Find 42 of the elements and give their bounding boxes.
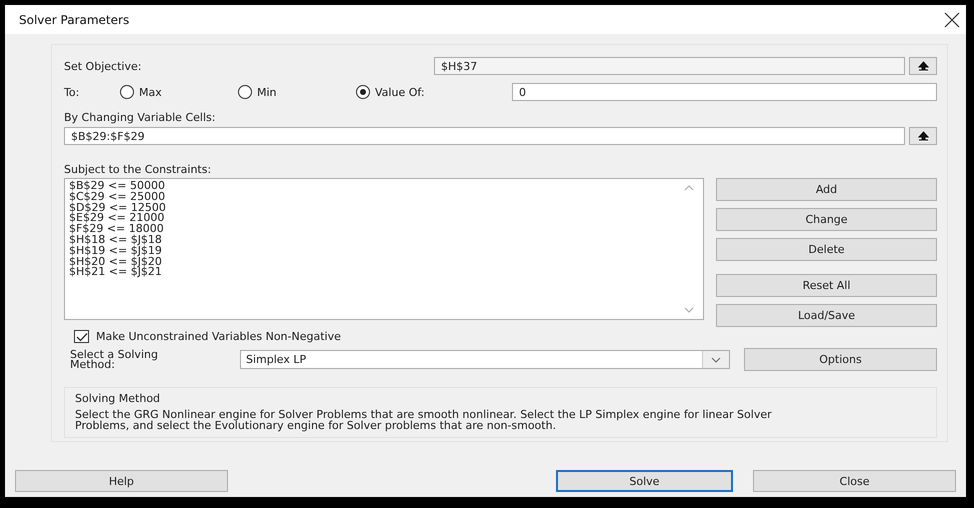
close-icon[interactable] xyxy=(944,12,960,28)
constraints-list[interactable]: $B$29 <= 50000 $C$29 <= 25000 $D$29 <= 12500 $E$29 <= 21000 $F$29 <= 18000 $H$18 <= $J$18 $H$19 <= $J$19 $H$20 <= $J$20 $H$21 <= $J$21 xyxy=(64,178,704,320)
constraint-item[interactable]: $F$29 <= 18000 xyxy=(69,224,671,235)
field-label: Subject to the Constraints: xyxy=(64,163,212,176)
options-button[interactable]: Options xyxy=(744,348,937,371)
upload-arrow-icon xyxy=(918,61,928,71)
field-label: By Changing Variable Cells: xyxy=(64,111,216,124)
constraint-button[interactable]: Change xyxy=(716,208,937,231)
constraint-button[interactable]: Load/Save xyxy=(716,304,937,327)
dialog-button[interactable]: Help xyxy=(15,470,228,492)
window-title: Solver Parameters xyxy=(19,12,130,26)
checkmark-icon xyxy=(76,332,88,342)
chevron-down-icon xyxy=(711,356,721,362)
field-label: To: xyxy=(64,86,80,98)
collapse-button[interactable] xyxy=(909,57,937,75)
constraint-item[interactable]: $H$20 <= $J$20 xyxy=(69,256,671,268)
constraint-item[interactable]: $B$29 <= 50000 xyxy=(69,181,671,192)
constraint-button[interactable]: Reset All xyxy=(716,274,937,297)
constraint-item[interactable]: $H$19 <= $J$19 xyxy=(69,246,671,257)
objective-field[interactable]: $H$37 xyxy=(434,57,905,75)
upload-arrow-icon xyxy=(918,131,928,141)
constraint-item[interactable]: $E$29 <= 21000 xyxy=(69,213,671,224)
field-label: Select a Solving Method: xyxy=(70,350,159,370)
constraint-button[interactable]: Add xyxy=(716,178,937,201)
description-text: Select the GRG Nonlinear engine for Solver Problems that are smooth nonlinear. Select the LP Simplex engine for linear Solver Problems, and select the Evolutionary engine for Solver problems that are non-smooth. xyxy=(75,409,773,431)
constraint-button[interactable]: Delete xyxy=(716,238,937,261)
method-dropdown[interactable]: Simplex LP xyxy=(240,350,730,369)
field-label: Set Objective: xyxy=(64,60,142,72)
value-field[interactable]: 0 xyxy=(512,83,937,101)
collapse-button[interactable] xyxy=(909,127,937,145)
constraint-item[interactable]: $C$29 <= 25000 xyxy=(69,192,671,203)
constraint-item[interactable]: $H$18 <= $J$18 xyxy=(69,234,671,246)
dialog-button[interactable]: Solve xyxy=(556,470,734,492)
group-title: Solving Method xyxy=(75,392,162,405)
variable-cells-field[interactable]: $B$29:$F$29 xyxy=(64,127,905,145)
radio-option[interactable]: Min xyxy=(238,85,356,99)
radio-option[interactable]: Max xyxy=(120,85,238,99)
non-negative-checkbox[interactable]: Make Unconstrained Variables Non-Negative xyxy=(74,330,937,343)
constraint-item[interactable]: $D$29 <= 12500 xyxy=(69,202,671,214)
radio-option[interactable]: Value Of: xyxy=(356,85,512,99)
dialog-button[interactable]: Close xyxy=(753,470,956,492)
constraint-item[interactable]: $H$21 <= $J$21 xyxy=(69,267,671,278)
